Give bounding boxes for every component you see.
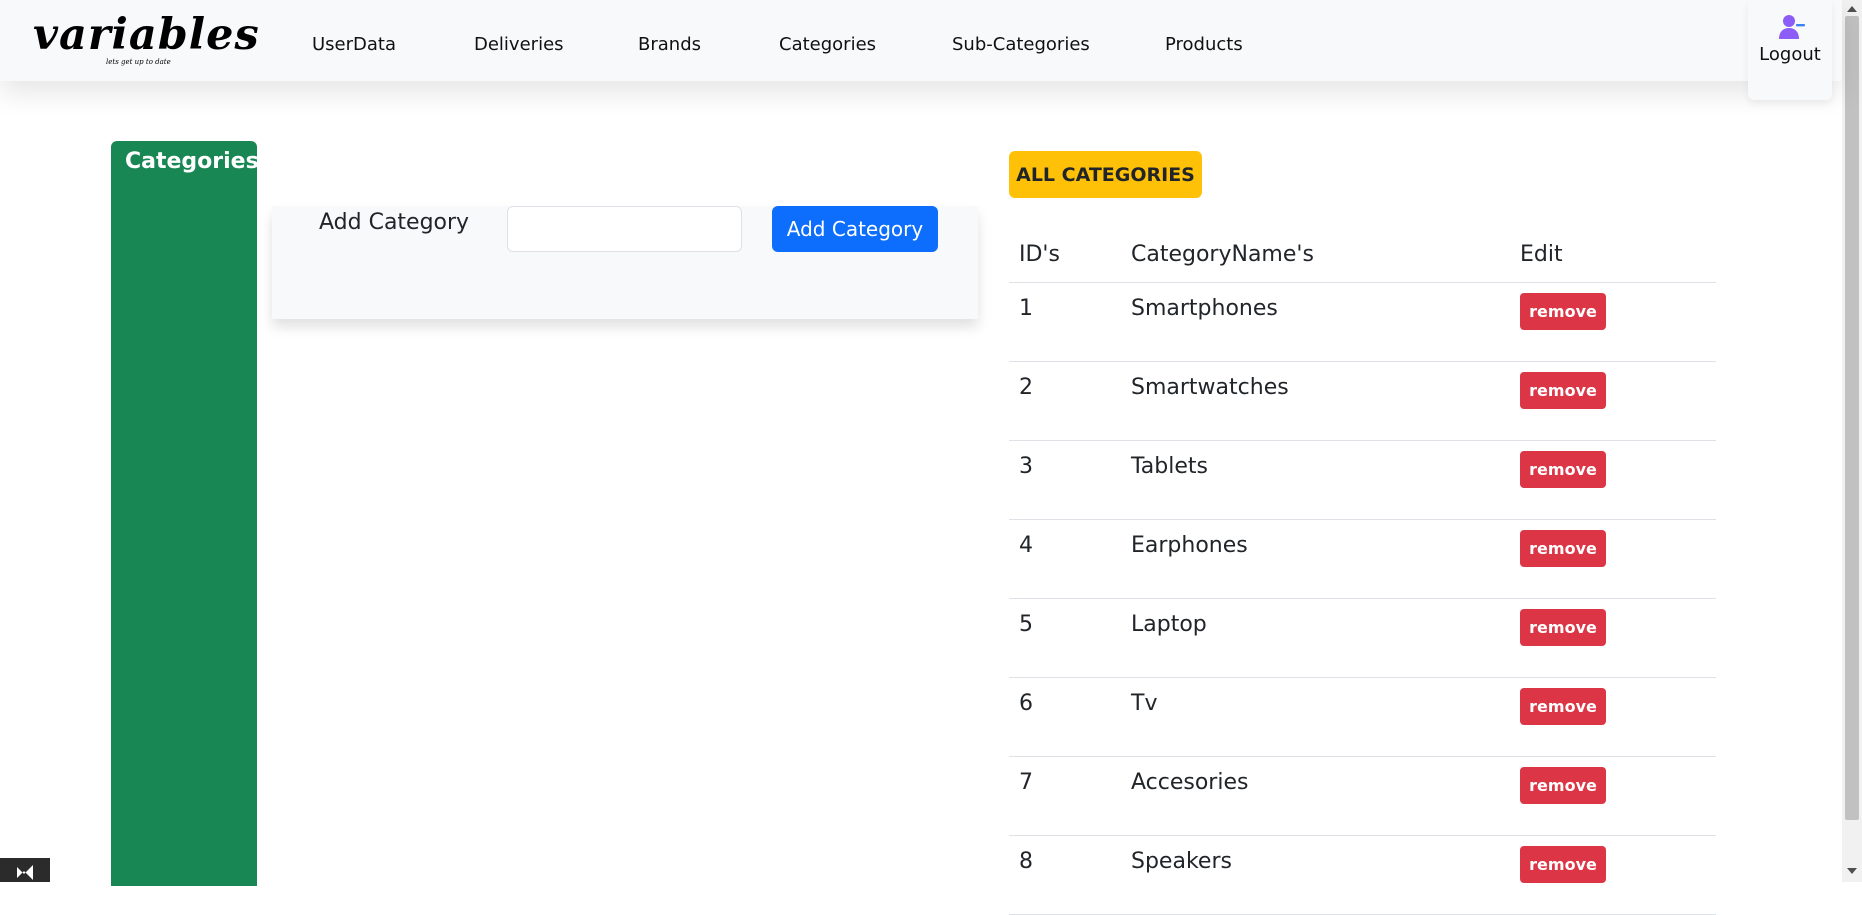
row-category-name: Smartwatches — [1131, 375, 1289, 400]
row-category-name: Tv — [1131, 691, 1158, 716]
sidebar: Categories — [111, 141, 259, 886]
remove-button[interactable]: remove — [1520, 609, 1606, 646]
row-id: 4 — [1019, 533, 1033, 558]
table-row: 3 Tablets remove — [1009, 441, 1716, 520]
nav-link-brands[interactable]: Brands — [638, 34, 701, 55]
corner-app-badge[interactable] — [0, 858, 50, 882]
category-name-input[interactable] — [507, 206, 742, 252]
row-category-name: Tablets — [1131, 454, 1208, 479]
row-id: 7 — [1019, 770, 1033, 795]
remove-button[interactable]: remove — [1520, 451, 1606, 488]
nav-link-userdata[interactable]: UserData — [312, 34, 396, 55]
row-category-name: Laptop — [1131, 612, 1207, 637]
logout-button[interactable]: Logout — [1748, 0, 1832, 100]
sidebar-title: Categories — [125, 149, 259, 174]
scrollbar-thumb[interactable] — [1845, 16, 1859, 820]
row-category-name: Earphones — [1131, 533, 1248, 558]
row-id: 3 — [1019, 454, 1033, 479]
row-category-name: Accesories — [1131, 770, 1249, 795]
remove-button[interactable]: remove — [1520, 293, 1606, 330]
table-row: 4 Earphones remove — [1009, 520, 1716, 599]
brand-logo[interactable]: variables lets get up to date — [33, 10, 259, 72]
top-navbar: variables lets get up to date UserData D… — [0, 0, 1842, 81]
brand-name: variables — [33, 10, 260, 60]
vertical-scrollbar[interactable] — [1842, 0, 1862, 882]
visual-studio-icon — [17, 865, 33, 880]
row-category-name: Speakers — [1131, 849, 1232, 874]
add-category-button[interactable]: Add Category — [772, 206, 938, 252]
remove-button[interactable]: remove — [1520, 846, 1606, 883]
table-row: 1 Smartphones remove — [1009, 283, 1716, 362]
row-id: 1 — [1019, 296, 1033, 321]
nav-link-categories[interactable]: Categories — [779, 34, 876, 55]
row-id: 6 — [1019, 691, 1033, 716]
categories-table: ID's CategoryName's Edit 1 Smartphones r… — [1009, 232, 1716, 915]
row-id: 2 — [1019, 375, 1033, 400]
header-category-name: CategoryName's — [1131, 242, 1314, 267]
remove-button[interactable]: remove — [1520, 767, 1606, 804]
scroll-up-arrow-icon[interactable] — [1847, 6, 1857, 12]
user-minus-icon — [1779, 15, 1805, 39]
header-edit: Edit — [1520, 242, 1563, 267]
nav-link-deliveries[interactable]: Deliveries — [474, 34, 564, 55]
remove-button[interactable]: remove — [1520, 372, 1606, 409]
table-header: ID's CategoryName's Edit — [1009, 232, 1716, 283]
remove-button[interactable]: remove — [1520, 530, 1606, 567]
add-category-label: Add Category — [319, 210, 470, 235]
nav-link-products[interactable]: Products — [1165, 34, 1243, 55]
add-category-form: Add Category Add Category — [272, 206, 978, 319]
scroll-down-arrow-icon[interactable] — [1847, 868, 1857, 874]
row-id: 8 — [1019, 849, 1033, 874]
remove-button[interactable]: remove — [1520, 688, 1606, 725]
table-row: 2 Smartwatches remove — [1009, 362, 1716, 441]
table-row: 6 Tv remove — [1009, 678, 1716, 757]
row-category-name: Smartphones — [1131, 296, 1278, 321]
table-row: 5 Laptop remove — [1009, 599, 1716, 678]
header-id: ID's — [1019, 242, 1060, 267]
logout-label: Logout — [1759, 44, 1821, 65]
table-row: 8 Speakers remove — [1009, 836, 1716, 915]
row-id: 5 — [1019, 612, 1033, 637]
all-categories-button[interactable]: ALL CATEGORIES — [1009, 151, 1202, 198]
brand-tagline: lets get up to date — [106, 58, 171, 66]
nav-link-sub-categories[interactable]: Sub-Categories — [952, 34, 1090, 55]
table-row: 7 Accesories remove — [1009, 757, 1716, 836]
